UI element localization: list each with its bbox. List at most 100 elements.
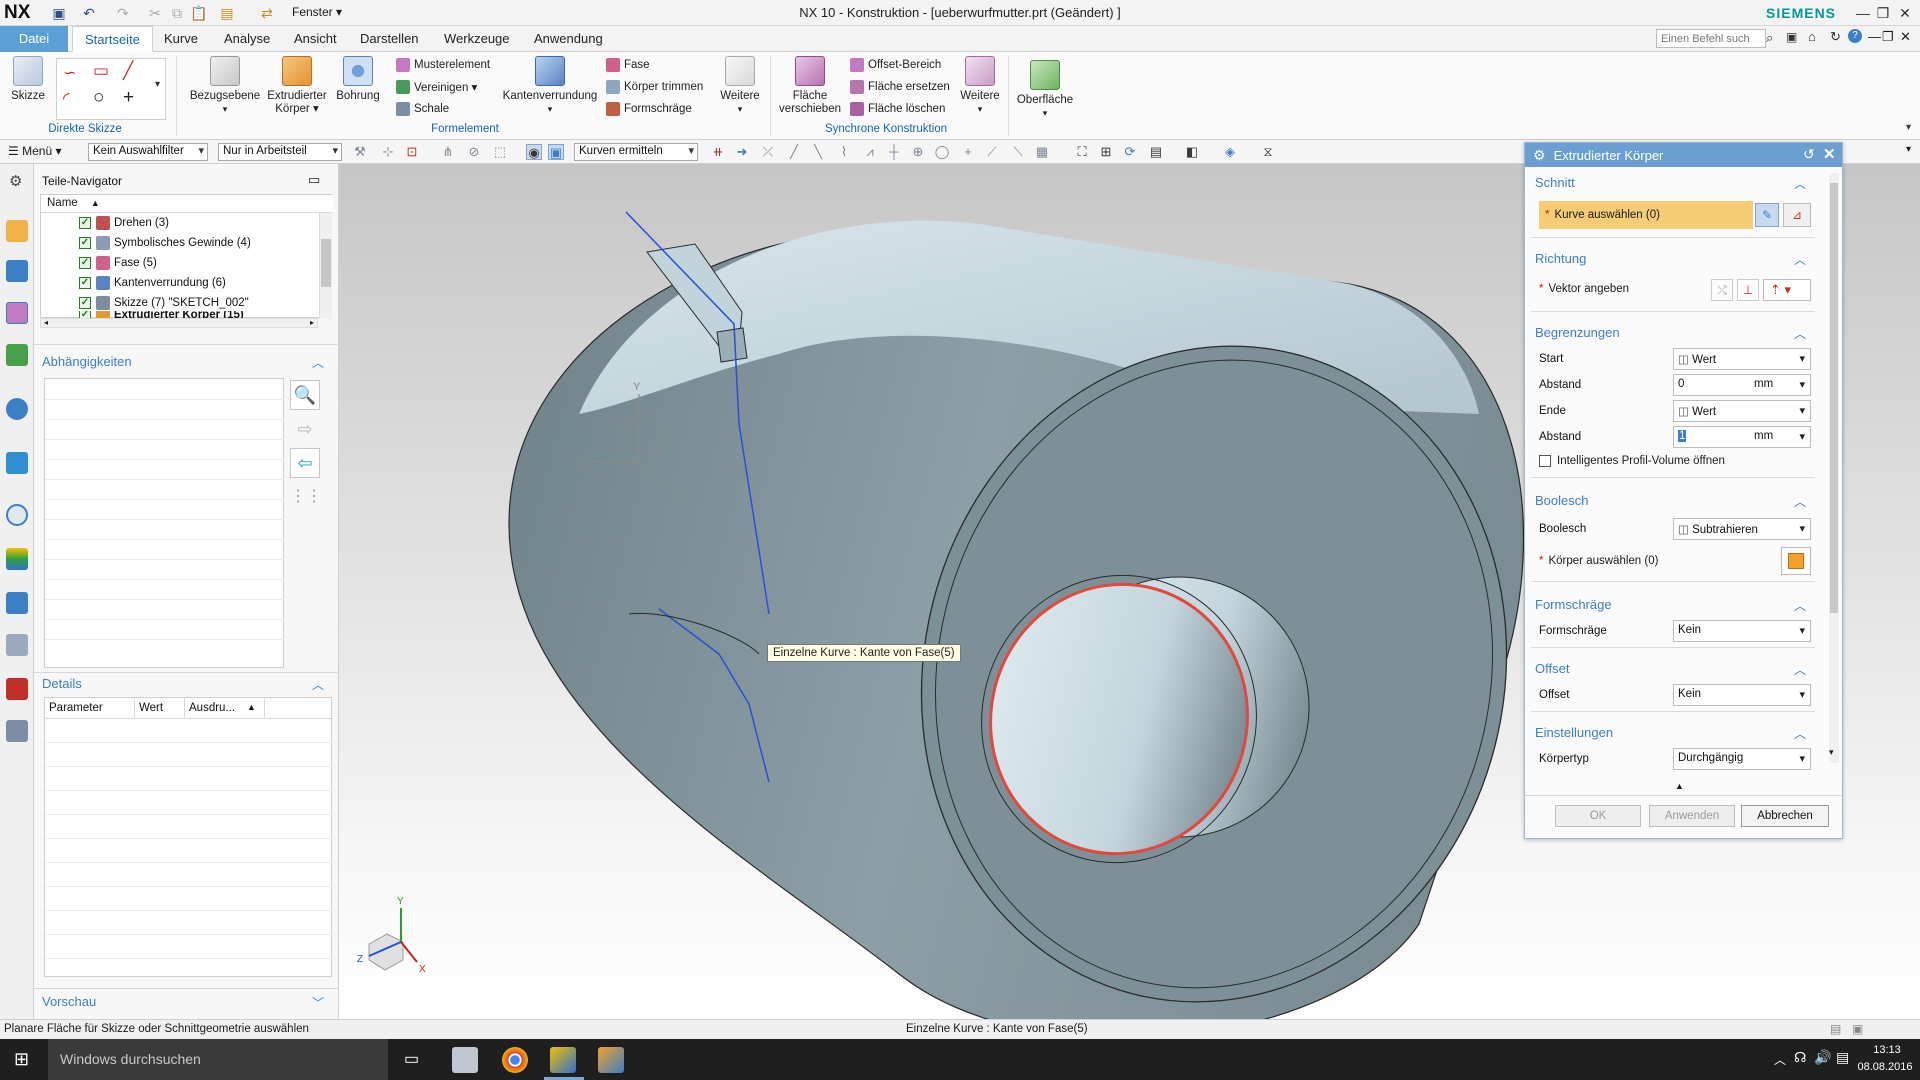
ok-button[interactable]: OK [1555, 805, 1641, 827]
system-scenes-icon[interactable] [6, 678, 28, 700]
select-all-icon[interactable]: ⊡ [404, 144, 420, 160]
refresh-icon[interactable]: ↻ [1830, 29, 1841, 45]
start-select[interactable]: ◫ Wert [1673, 348, 1811, 370]
abbrechen-button[interactable]: Abbrechen [1741, 805, 1829, 827]
flaeche-ersetzen-button[interactable]: Fläche ersetzen [850, 78, 950, 96]
intersection-snap-icon[interactable]: ⩘ [862, 144, 878, 160]
preview-expand-icon[interactable]: ﹀ [312, 994, 324, 1011]
preview-header[interactable]: Vorschau [42, 994, 96, 1009]
section-richtung[interactable]: Richtung [1535, 251, 1586, 266]
clock-time[interactable]: 13:13 [1862, 1044, 1912, 1056]
dialog-collapse-arrow-icon[interactable]: ▲ [1675, 781, 1684, 791]
tab-ansicht[interactable]: Ansicht [282, 26, 349, 52]
dialog-close-icon[interactable]: ✕ [1823, 145, 1836, 163]
extrudierter-koerper-button[interactable]: Extrudierter Körper ▾ [264, 56, 330, 116]
arc-center-snap-icon[interactable]: ┼ [886, 144, 902, 160]
rectangle-icon[interactable]: ▭ [93, 61, 109, 81]
status-icon-a[interactable]: ▤ [1830, 1022, 1841, 1036]
general-selection-icon[interactable]: ⊹ [380, 144, 396, 160]
details-col-wert[interactable]: Wert [135, 698, 185, 718]
minimize-button[interactable]: — [1852, 3, 1874, 23]
fase-button[interactable]: Fase [606, 56, 650, 74]
anwenden-button[interactable]: Anwenden [1649, 805, 1735, 827]
doc-close-button[interactable]: ✕ [1900, 29, 1911, 45]
stop-at-intersection-icon[interactable]: ⧺ [710, 144, 726, 160]
skizze-button[interactable]: Skizze [10, 56, 46, 103]
tab-kurve[interactable]: Kurve [152, 26, 210, 52]
part-navigator-icon[interactable] [6, 302, 28, 324]
weitere-formelement-button[interactable]: Weitere ▾ [718, 56, 762, 116]
formschraege-collapse-icon[interactable]: ︿ [1794, 597, 1806, 614]
snap-icon[interactable]: ⋔ [440, 144, 456, 160]
section-formschraege[interactable]: Formschräge [1535, 597, 1612, 612]
control-point-snap-icon[interactable]: ⌇ [836, 144, 852, 160]
solid-body-icon[interactable]: ▣ [548, 144, 564, 160]
dependencies-collapse-icon[interactable]: ︿ [312, 354, 324, 371]
tab-anwendung[interactable]: Anwendung [522, 26, 615, 52]
chrome-icon[interactable] [502, 1047, 528, 1073]
section-boolesch[interactable]: Boolesch [1535, 493, 1588, 508]
begrenzungen-collapse-icon[interactable]: ︿ [1794, 325, 1806, 342]
offset-select[interactable]: Kein [1673, 684, 1811, 706]
abstand1-input[interactable]: 0 mm [1673, 374, 1811, 396]
vereinigen-button[interactable]: Vereinigen ▾ [396, 78, 477, 96]
schnitt-collapse-icon[interactable]: ︿ [1794, 175, 1806, 192]
dialog-title-bar[interactable]: ⚙ Extrudierter Körper ↺ ✕ [1525, 143, 1842, 167]
chain-icon[interactable]: ⤫ [760, 144, 776, 160]
flaeche-loeschen-button[interactable]: Fläche löschen [850, 100, 945, 118]
formschraege-select[interactable]: Kein [1673, 620, 1811, 642]
vector-type-select[interactable]: ⇡ ▾ [1763, 279, 1811, 301]
existing-point-snap-icon[interactable]: + [960, 144, 976, 160]
visibility-checkbox[interactable]: ✓ [79, 217, 91, 229]
tab-datei[interactable]: Datei [0, 26, 68, 52]
tray-chevron-icon[interactable]: ︿ [1774, 1051, 1786, 1068]
line-icon[interactable]: ╱ [123, 61, 133, 81]
constraint-navigator-icon[interactable] [6, 260, 28, 282]
point-icon[interactable]: + [123, 87, 134, 109]
koerper-trimmen-button[interactable]: Körper trimmen [606, 78, 703, 96]
tree-horizontal-scrollbar[interactable]: ◂ ▸ [40, 318, 318, 328]
curve-rule-select[interactable]: Kurven ermitteln [574, 143, 698, 161]
view-triad[interactable]: Y Z X [357, 896, 426, 975]
ribbon-options-icon[interactable]: ▾ [1906, 122, 1911, 133]
tab-startseite[interactable]: Startseite [72, 26, 153, 52]
roles-icon[interactable] [6, 634, 28, 656]
doc-restore-button[interactable]: ❐ [1882, 29, 1894, 45]
bohrung-button[interactable]: Bohrung [332, 56, 384, 103]
tree-row-kantenverrundung[interactable]: ✓ Kantenverrundung (6) [41, 273, 226, 293]
vector-dialog-icon[interactable]: ⊥ [1737, 279, 1759, 301]
slot-wall[interactable] [716, 327, 748, 363]
visibility-checkbox[interactable]: ✓ [79, 297, 91, 309]
dialog-scrollbar-thumb[interactable] [1830, 183, 1838, 613]
einstellungen-collapse-icon[interactable]: ︿ [1794, 725, 1806, 742]
gallery-more-icon[interactable]: ▾ [155, 79, 160, 90]
weitere-synchron-button[interactable]: Weitere ▾ [958, 56, 1002, 116]
forward-icon[interactable]: ⇨ [290, 414, 320, 444]
doc-minimize-button[interactable]: — [1868, 29, 1881, 44]
sketch-section-icon[interactable]: ✎ [1755, 203, 1779, 227]
clock-date[interactable]: 08.08.2016 [1850, 1061, 1920, 1073]
action-center-icon[interactable]: ▤ [1836, 1049, 1849, 1066]
web-browser-icon[interactable] [6, 452, 28, 474]
restore-button[interactable]: ❐ [1872, 3, 1894, 23]
body-select-icon[interactable] [1781, 547, 1811, 575]
section-schnitt[interactable]: Schnitt [1535, 175, 1575, 190]
endpoint-snap-icon[interactable]: ╱ [786, 144, 802, 160]
boolesch-select[interactable]: ◫ Subtrahieren [1673, 518, 1811, 540]
tree-row-gewinde[interactable]: ✓ Symbolisches Gewinde (4) [41, 233, 251, 253]
dialog-gear-icon[interactable]: ⚙ [1533, 147, 1546, 164]
taskbar-search[interactable]: Windows durchsuchen [48, 1039, 388, 1080]
koerpertyp-select[interactable]: Durchgängig [1673, 748, 1811, 770]
vektor-row[interactable]: * Vektor angeben [1539, 283, 1629, 295]
command-search-input[interactable] [1656, 29, 1766, 48]
bounded-grid-snap-icon[interactable]: ▦ [1034, 144, 1050, 160]
profile-icon[interactable]: ∽ [63, 63, 76, 83]
section-begrenzungen[interactable]: Begrenzungen [1535, 325, 1620, 340]
quadrant-snap-icon[interactable]: ⊕ [910, 144, 926, 160]
dependencies-header[interactable]: Abhängigkeiten [42, 354, 132, 369]
section-view-icon[interactable]: ⧖ [1260, 144, 1276, 160]
help-icon[interactable]: ? [1848, 29, 1862, 43]
boolesch-collapse-icon[interactable]: ︿ [1794, 493, 1806, 510]
nut-body[interactable] [508, 211, 1575, 1019]
offset-bereich-button[interactable]: Offset-Bereich [850, 56, 941, 74]
